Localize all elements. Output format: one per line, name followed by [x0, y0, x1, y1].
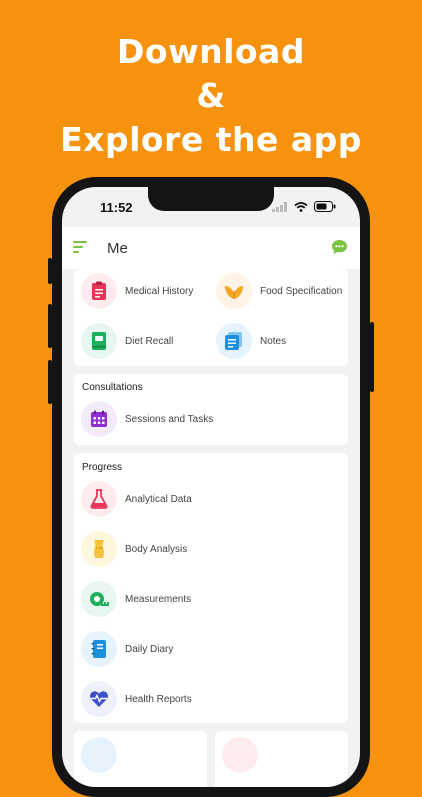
phone-screen: 11:52 Me Medical History Food Specificat… — [62, 187, 360, 787]
measurements-label: Measurements — [125, 593, 192, 605]
page-title: Me — [107, 240, 128, 257]
menu-item-body-analysis[interactable]: Body Analysis — [81, 531, 187, 567]
progress-title: Progress — [82, 462, 123, 473]
diary-icon — [91, 640, 106, 658]
promo-headline: Download & Explore the app — [0, 30, 422, 162]
notch — [148, 187, 274, 211]
heartbeat-icon — [90, 691, 108, 707]
calendar-icon — [91, 410, 107, 427]
body-icon — [94, 540, 104, 558]
top-section-card: Medical History Food Specification Diet … — [74, 269, 348, 366]
clipboard-icon — [92, 281, 106, 300]
health-reports-label: Health Reports — [125, 693, 192, 705]
menu-item-daily-diary[interactable]: Daily Diary — [81, 631, 173, 667]
food-specification-label: Food Specification — [260, 285, 343, 297]
next-item-icon — [222, 737, 258, 773]
status-icons — [272, 201, 336, 212]
promo-line-3: Explore the app — [60, 120, 362, 159]
phone-button — [370, 322, 374, 392]
signal-icon — [272, 201, 287, 212]
notebook-icon — [92, 332, 106, 350]
menu-item-diet-recall[interactable]: Diet Recall — [81, 323, 173, 359]
leaf-icon — [225, 286, 243, 299]
progress-card: Progress Analytical Data Body Analysis M… — [74, 453, 348, 723]
phone-button — [48, 360, 52, 404]
consultations-card: Consultations Sessions and Tasks — [74, 374, 348, 445]
daily-diary-label: Daily Diary — [125, 643, 174, 655]
flask-icon — [90, 489, 108, 509]
menu-item-measurements[interactable]: Measurements — [81, 581, 191, 617]
menu-item-notes[interactable]: Notes — [216, 323, 286, 359]
chat-bubble-icon[interactable] — [331, 239, 348, 256]
status-time: 11:52 — [100, 200, 133, 215]
next-item-icon — [81, 737, 117, 773]
next-card-left — [74, 731, 207, 787]
analytical-data-label: Analytical Data — [125, 493, 192, 505]
promo-line-1: Download — [117, 32, 305, 71]
notes-icon — [225, 332, 242, 350]
promo-line-2: & — [196, 76, 226, 115]
notes-label: Notes — [260, 335, 287, 347]
menu-item-food-specification[interactable]: Food Specification — [216, 273, 352, 309]
battery-icon — [314, 201, 336, 212]
consultations-title: Consultations — [82, 382, 143, 393]
menu-item-health-reports[interactable]: Health Reports — [81, 681, 192, 717]
app-bar: Me — [62, 227, 360, 269]
tape-measure-icon — [90, 592, 109, 606]
next-card-right — [215, 731, 348, 787]
phone-button — [48, 258, 52, 284]
wifi-icon — [294, 201, 308, 212]
medical-history-label: Medical History — [125, 285, 194, 297]
menu-item-medical-history[interactable]: Medical History — [81, 273, 193, 309]
sessions-and-tasks-label: Sessions and Tasks — [125, 413, 214, 425]
diet-recall-label: Diet Recall — [125, 335, 174, 347]
menu-item-sessions-and-tasks[interactable]: Sessions and Tasks — [81, 401, 213, 437]
body-analysis-label: Body Analysis — [125, 543, 188, 555]
phone-button — [48, 304, 52, 348]
menu-lines-icon[interactable] — [73, 241, 89, 253]
menu-item-analytical-data[interactable]: Analytical Data — [81, 481, 192, 517]
